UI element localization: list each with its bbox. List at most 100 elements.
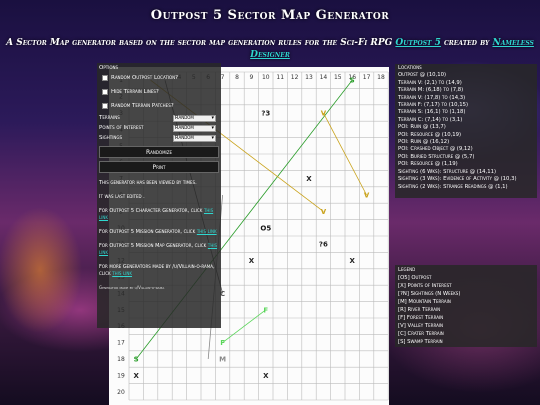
location-item: POI: Buried Structure @ (5,7) bbox=[398, 153, 475, 160]
mission-gen-info: For Outpost 5 Mission Generator, click t… bbox=[99, 229, 219, 236]
legend-item: [R] River Terrain bbox=[398, 307, 441, 313]
legend-item: [X] Points of Interest bbox=[398, 283, 452, 289]
legend-item: [F] Forest Terrain bbox=[398, 315, 444, 321]
location-item: Outpost @ (10,10) bbox=[398, 72, 447, 79]
location-item: Sighting (3 Wks): Evidence of Activity @… bbox=[398, 176, 517, 183]
more-gen-link[interactable]: this link bbox=[112, 271, 132, 277]
chevron-down-icon: ▾ bbox=[211, 135, 214, 141]
legend-item: [C] Crater Terrain bbox=[398, 331, 444, 337]
page-subtitle: A Sector Map generator based on the sect… bbox=[0, 37, 540, 61]
map-marker: V bbox=[321, 110, 327, 118]
terrain-select[interactable]: Random ▾ bbox=[173, 114, 216, 122]
legend-heading: Legend bbox=[398, 267, 416, 273]
mission-gen-text: For Outpost 5 Mission Generator, click bbox=[99, 229, 196, 235]
location-item: POI: Resource @ (1,19) bbox=[398, 161, 458, 168]
map-marker: F bbox=[220, 339, 225, 347]
poi-row: Points of Interest Random ▾ bbox=[99, 123, 216, 133]
poi-label: Points of Interest bbox=[99, 125, 144, 131]
row-label: 18 bbox=[117, 356, 125, 363]
legend-panel: Legend [O5] Outpost [X] Points of Interes… bbox=[395, 265, 537, 347]
random-outpost-option[interactable]: Random Outpost Location? bbox=[102, 71, 219, 85]
location-item: Sighting (6 Wks): Structure @ (14,11) bbox=[398, 168, 497, 175]
col-label: 8 bbox=[235, 74, 239, 81]
map-marker: S bbox=[134, 356, 139, 364]
poi-select[interactable]: Random ▾ bbox=[173, 124, 216, 132]
poi-select-value: Random bbox=[175, 125, 194, 131]
print-button[interactable]: Print bbox=[99, 161, 219, 173]
locations-heading: Locations bbox=[398, 65, 422, 71]
random-patches-option[interactable]: Random Terrain Patches? bbox=[102, 99, 219, 113]
more-gen-info: For more Generators made by /u/Villain-o… bbox=[99, 264, 219, 278]
col-label: 18 bbox=[377, 74, 385, 81]
map-marker: V bbox=[321, 208, 327, 216]
hide-terrain-checkbox[interactable] bbox=[102, 89, 108, 95]
sightings-select[interactable]: Random ▾ bbox=[173, 134, 216, 142]
col-label: 9 bbox=[249, 74, 253, 81]
location-item: POI: Crashed Object @ (9,12) bbox=[398, 146, 473, 153]
character-gen-text: For Outpost 5 Character Generator, click bbox=[99, 208, 203, 214]
legend-item: [M] Mountain Terrain bbox=[398, 299, 451, 305]
col-label: 17 bbox=[363, 74, 371, 81]
row-label: 20 bbox=[117, 389, 125, 396]
location-item: Terrain C: (7,14) to (3,1) bbox=[398, 116, 463, 123]
location-item: Terrain M: (6,18) to (7,8) bbox=[398, 87, 464, 94]
location-item: POI: Resource @ (10,19) bbox=[398, 131, 462, 138]
map-marker: X bbox=[133, 372, 139, 380]
mission-map-gen-text: For Outpost 5 Mission Map Generator, cli… bbox=[99, 243, 207, 249]
sightings-label: Sightings bbox=[99, 135, 123, 141]
viewed-text: This generator has been viewed by times. bbox=[99, 180, 197, 186]
location-item: Terrain V: (17,8) to (14,3) bbox=[398, 94, 466, 101]
outpost5-link[interactable]: Outpost 5 bbox=[395, 38, 440, 48]
col-label: 7 bbox=[221, 74, 225, 81]
sightings-row: Sightings Random ▾ bbox=[99, 133, 216, 143]
map-marker: X bbox=[349, 257, 355, 265]
map-marker: X bbox=[263, 372, 269, 380]
map-marker: X bbox=[249, 257, 255, 265]
col-label: 11 bbox=[276, 74, 284, 81]
locations-list: Outpost @ (10,10) Terrain V: (2,1) to (14… bbox=[398, 72, 534, 191]
col-label: 14 bbox=[320, 74, 328, 81]
col-label: 15 bbox=[334, 74, 342, 81]
map-marker: S bbox=[350, 77, 355, 85]
mission-map-gen-info: For Outpost 5 Mission Map Generator, cli… bbox=[99, 243, 219, 257]
page-header: Outpost 5 Sector Map Generator A Sector … bbox=[0, 0, 540, 61]
options-panel: Options Random Outpost Location? Hide Te… bbox=[97, 63, 221, 328]
map-marker: X bbox=[306, 175, 312, 183]
legend-item: [V] Valley Terrain bbox=[398, 323, 443, 329]
map-marker: ?3 bbox=[261, 110, 270, 118]
map-marker: O5 bbox=[260, 224, 271, 232]
locations-panel: Locations Outpost @ (10,10) Terrain V: (2… bbox=[395, 64, 537, 198]
location-item: Sighting (2 Wks): Strange Readings @ (1,… bbox=[398, 183, 508, 190]
col-label: 13 bbox=[305, 74, 313, 81]
terrain-row: Terrains Random ▾ bbox=[99, 113, 216, 123]
character-gen-info: For Outpost 5 Character Generator, click… bbox=[99, 208, 219, 222]
terrain-select-value: Random bbox=[175, 115, 194, 121]
hide-terrain-label: Hide Terrain Lines? bbox=[111, 89, 159, 95]
subtitle-mid: created by bbox=[444, 38, 490, 48]
legend-item: [?N] Sightings (N Weeks) bbox=[398, 291, 461, 297]
legend-item: [S] Swamp Terrain bbox=[398, 339, 443, 345]
map-marker: ?6 bbox=[319, 241, 328, 249]
random-outpost-checkbox[interactable] bbox=[102, 75, 108, 81]
row-label: 19 bbox=[117, 372, 125, 379]
location-item: Terrain V: (2,1) to (14,9) bbox=[398, 79, 462, 86]
legend-item: [O5] Outpost bbox=[398, 275, 432, 281]
edited-text: It was last edited . bbox=[99, 194, 145, 200]
credit-text: Generator made by u/Villain-o-rama bbox=[99, 285, 165, 290]
random-patches-checkbox[interactable] bbox=[102, 103, 108, 109]
col-label: 12 bbox=[291, 74, 299, 81]
subtitle-text: A Sector Map generator based on the sect… bbox=[6, 38, 393, 48]
hide-terrain-option[interactable]: Hide Terrain Lines? bbox=[102, 85, 219, 99]
map-marker: V bbox=[364, 192, 370, 200]
chevron-down-icon: ▾ bbox=[211, 125, 214, 131]
mission-gen-link[interactable]: this link bbox=[197, 229, 217, 235]
randomize-button[interactable]: Randomize bbox=[99, 146, 219, 158]
chevron-down-icon: ▾ bbox=[211, 115, 214, 121]
col-label: 10 bbox=[262, 74, 270, 81]
location-item: Terrain F: (7,17) to (10,15) bbox=[398, 102, 469, 109]
random-outpost-label: Random Outpost Location? bbox=[111, 75, 179, 81]
legend-list: [O5] Outpost [X] Points of Interest [?N] S… bbox=[398, 274, 534, 346]
sightings-select-value: Random bbox=[175, 135, 194, 141]
location-item: POI: Ruin @ (13,7) bbox=[398, 124, 446, 131]
map-marker: F bbox=[263, 306, 268, 314]
